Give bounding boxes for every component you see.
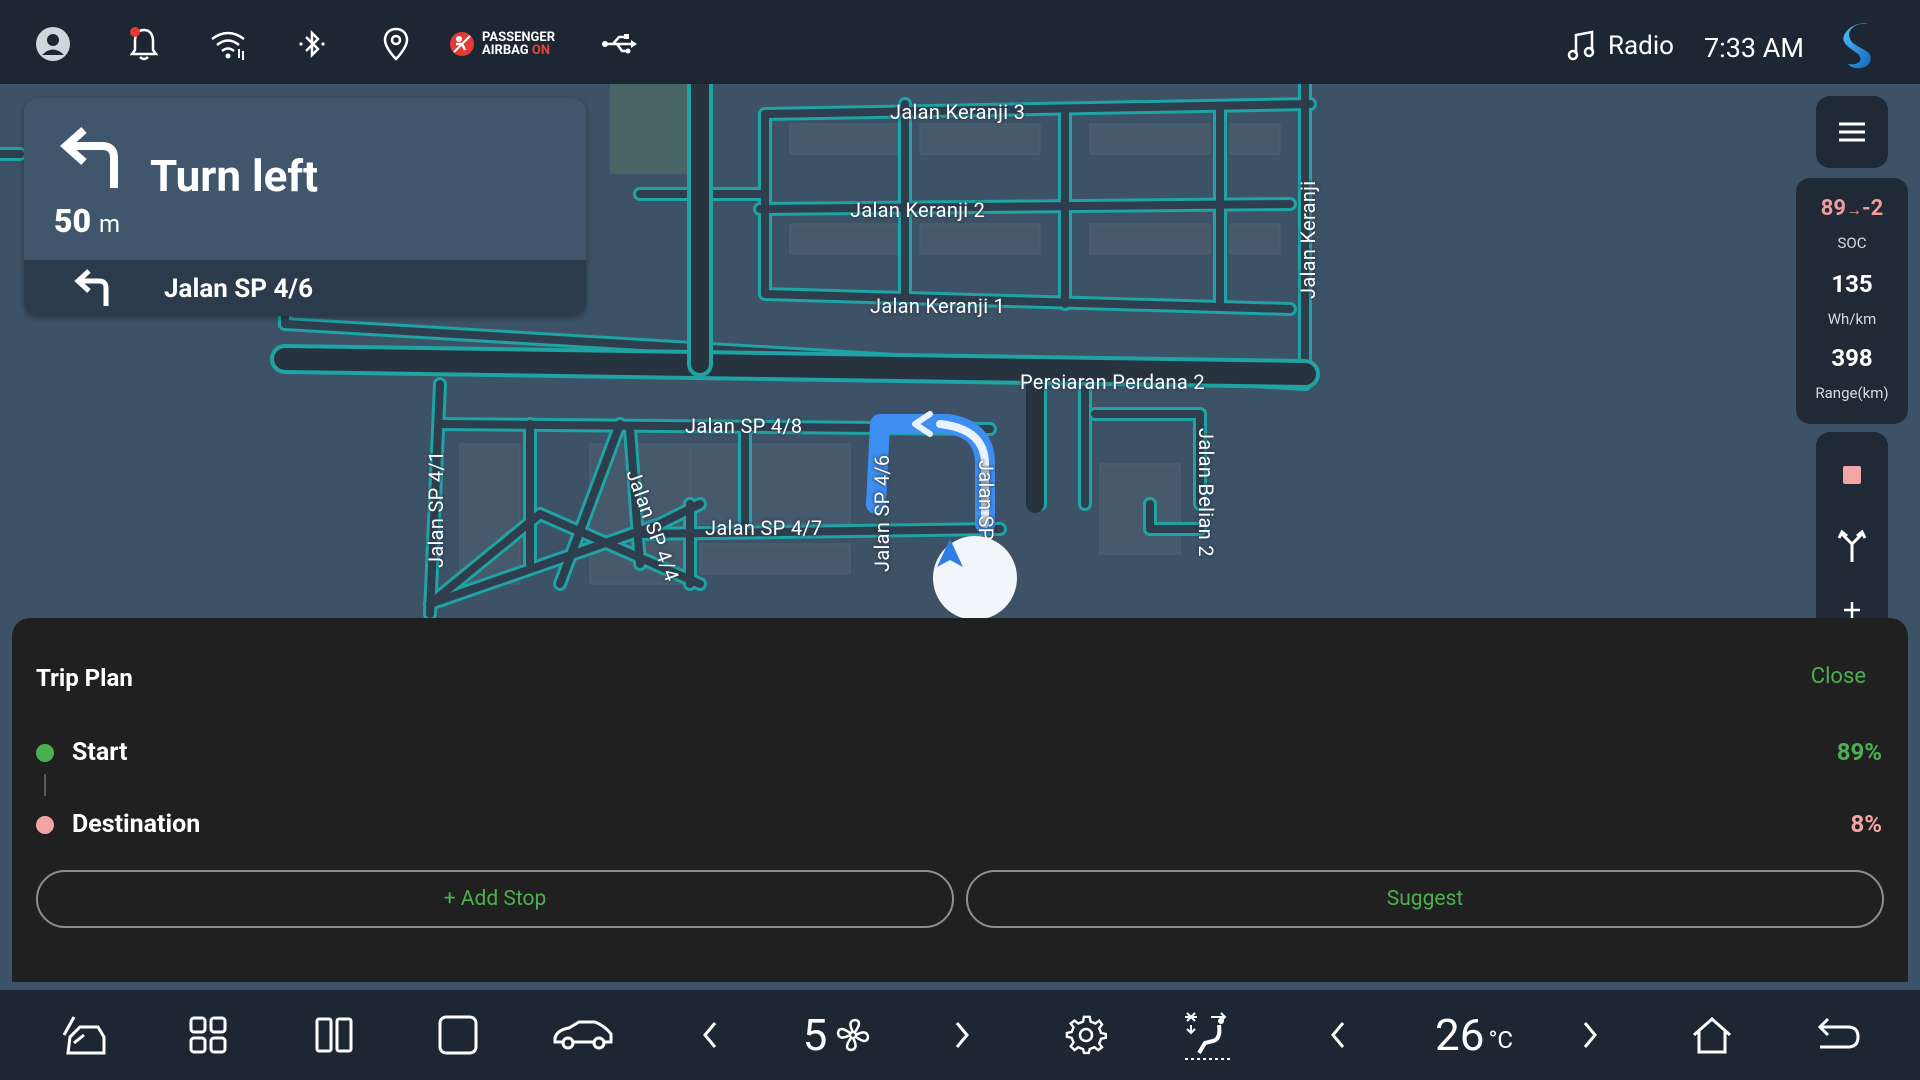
- fan-increase-button[interactable]: [950, 1004, 974, 1066]
- media-source[interactable]: Radio: [1566, 30, 1674, 62]
- hamburger-menu-icon: [1839, 122, 1865, 142]
- car-button[interactable]: [550, 1004, 616, 1066]
- chevron-left-icon: [703, 1022, 717, 1048]
- back-icon: [1817, 1017, 1860, 1049]
- map-tools-panel: [1816, 432, 1888, 632]
- single-window-button[interactable]: [436, 1004, 480, 1066]
- chevron-left-icon: [1331, 1022, 1345, 1048]
- vehicle-camera-icon: [62, 1016, 106, 1055]
- suggest-button[interactable]: Suggest: [966, 870, 1884, 928]
- street-label: Jalan Keranji 3: [890, 100, 1026, 124]
- soc-label: SOC: [1837, 234, 1867, 252]
- split-screen-button[interactable]: [312, 1004, 356, 1066]
- seat-climate-icon: [1185, 1012, 1231, 1060]
- temperature-unit: °C: [1488, 1026, 1514, 1054]
- street-label: Jalan Keranji 1: [870, 294, 1006, 318]
- home-icon: [1693, 1016, 1731, 1054]
- soc-projection: 89→-2: [1820, 196, 1884, 221]
- car-infotainment-screen: Jalan Keranji 3 Jalan Keranji 2 Jalan Ke…: [0, 0, 1920, 1080]
- seat-climate-button[interactable]: [1180, 1004, 1236, 1066]
- status-bar: PASSENGER AIRBAG ON Radio 7:33 AM: [0, 0, 1920, 84]
- turn-left-icon: [59, 127, 118, 188]
- passenger-airbag-status: PASSENGER AIRBAG ON: [448, 30, 555, 58]
- start-soc: 89%: [1836, 738, 1882, 766]
- close-button[interactable]: Close: [1811, 664, 1866, 689]
- temperature-value: 26: [1434, 1009, 1485, 1061]
- passenger-airbag-icon: [450, 32, 474, 56]
- turn-left-small-icon: [74, 269, 109, 306]
- bluetooth-icon[interactable]: [292, 24, 332, 64]
- chevron-right-icon: [1583, 1022, 1597, 1048]
- fan-speed-display: 5: [800, 1004, 874, 1066]
- chevron-right-icon: [955, 1022, 969, 1048]
- consumption-unit: Wh/km: [1827, 310, 1877, 328]
- stop-connector: [44, 774, 46, 796]
- start-label: Start: [72, 738, 128, 767]
- home-button[interactable]: [1690, 1004, 1734, 1066]
- stop-navigation-button[interactable]: [1843, 466, 1861, 484]
- range-value: 398: [1831, 344, 1873, 372]
- destination-soc: 8%: [1850, 810, 1882, 838]
- current-location-marker: [933, 536, 1017, 620]
- consumption-value: 135: [1831, 270, 1873, 298]
- route-options-icon[interactable]: [1836, 528, 1868, 564]
- destination-dot: [36, 815, 54, 834]
- trip-plan-title: Trip Plan: [36, 664, 133, 692]
- assistant-logo[interactable]: [1836, 20, 1884, 69]
- navigation-arrow-icon: [937, 539, 963, 567]
- street-label: Jalan Keranji: [1296, 180, 1320, 299]
- zoom-in-icon[interactable]: [1842, 600, 1862, 620]
- fan-icon: [837, 1018, 870, 1052]
- street-label: Jalan SP 4/7: [705, 516, 823, 540]
- current-maneuver: Turn left 50 m: [24, 98, 586, 260]
- settings-button[interactable]: [1064, 1004, 1108, 1066]
- map-menu-button[interactable]: [1816, 96, 1888, 168]
- temp-increase-button[interactable]: [1578, 1004, 1602, 1066]
- destination-stop[interactable]: Destination: [36, 810, 200, 839]
- single-window-icon: [438, 1015, 478, 1055]
- location-icon[interactable]: [376, 24, 416, 64]
- add-stop-button[interactable]: + Add Stop: [36, 870, 954, 928]
- notification-icon[interactable]: [124, 24, 164, 64]
- street-label: Jalan SP 4/1: [424, 450, 448, 568]
- apps-button[interactable]: [186, 1004, 230, 1066]
- start-dot: [36, 743, 54, 762]
- clock: 7:33 AM: [1704, 32, 1804, 64]
- fan-decrease-button[interactable]: [698, 1004, 722, 1066]
- bottom-dock: 5 26 °C: [0, 990, 1920, 1080]
- media-source-label: Radio: [1608, 31, 1674, 61]
- apps-grid-icon: [189, 1016, 227, 1054]
- energy-panel: 89→-2 SOC 135 Wh/km 398 Range(km): [1796, 178, 1908, 424]
- destination-label: Destination: [72, 810, 201, 839]
- street-label: Jalan Keranji 2: [850, 198, 986, 222]
- turn-instruction-card[interactable]: Turn left 50 m Jalan SP 4/6: [24, 98, 586, 316]
- trip-plan-sheet: Trip Plan Close Start 89% Destination 8%…: [12, 618, 1908, 982]
- street-label: Jalan Belian 2: [1194, 428, 1218, 557]
- street-label: Jalan SP 4/8: [685, 414, 803, 438]
- temp-decrease-button[interactable]: [1326, 1004, 1350, 1066]
- car-icon: [553, 1020, 613, 1050]
- range-label: Range(km): [1815, 384, 1889, 402]
- settings-icon: [1065, 1015, 1107, 1055]
- vehicle-camera-button[interactable]: [58, 1004, 110, 1066]
- next-street-name: Jalan SP 4/6: [164, 274, 313, 304]
- wifi-icon[interactable]: [208, 24, 248, 64]
- music-note-icon: [1567, 30, 1595, 61]
- street-label: Jalan SP 4/6: [870, 454, 894, 572]
- fan-speed-value: 5: [802, 1009, 828, 1061]
- maneuver-text: Turn left: [150, 150, 319, 202]
- back-button[interactable]: [1814, 1004, 1862, 1066]
- profile-icon[interactable]: [33, 24, 73, 64]
- next-street-row: Jalan SP 4/6: [24, 260, 586, 316]
- maneuver-distance: 50 m: [54, 202, 121, 240]
- usb-icon[interactable]: [600, 24, 640, 64]
- street-label: Persiaran Perdana 2: [1020, 370, 1205, 394]
- start-stop[interactable]: Start: [36, 738, 127, 767]
- temperature-display: 26 °C: [1434, 1004, 1514, 1066]
- split-screen-icon: [315, 1017, 353, 1053]
- airbag-label: PASSENGER AIRBAG ON: [482, 30, 556, 58]
